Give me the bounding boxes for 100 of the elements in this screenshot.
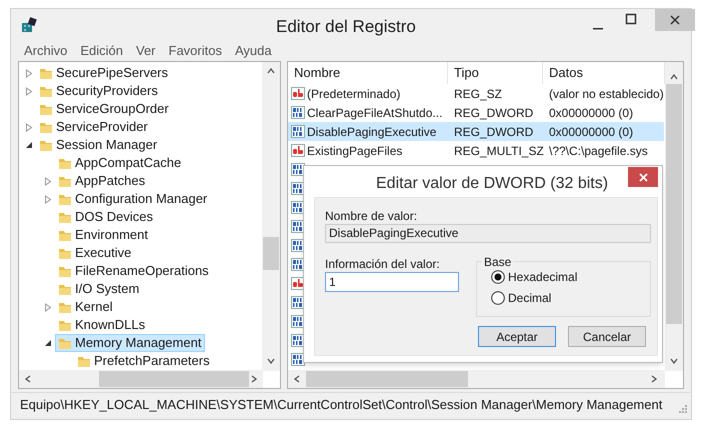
folder-icon xyxy=(58,246,72,260)
collapsed-arrow-icon[interactable] xyxy=(24,86,32,96)
expanded-arrow-icon[interactable] xyxy=(24,141,32,149)
string-value-icon xyxy=(291,86,305,101)
radio-button[interactable] xyxy=(491,290,505,304)
folder-icon xyxy=(39,138,53,152)
tree-item[interactable]: AppCompatCache xyxy=(55,154,186,172)
table-cell: REG_MULTI_SZ xyxy=(454,144,544,158)
table-cell: REG_DWORD xyxy=(454,124,534,138)
folder-icon xyxy=(58,318,72,332)
tree-item[interactable]: Executive xyxy=(55,244,136,262)
resize-grip-icon[interactable] xyxy=(679,405,687,413)
scroll-up-icon[interactable] xyxy=(267,68,275,74)
folder-icon xyxy=(77,354,91,368)
scroll-up-icon[interactable] xyxy=(670,74,678,80)
tree-item[interactable]: KnownDLLs xyxy=(55,316,150,334)
menu-item[interactable]: Ver xyxy=(136,41,156,61)
scroll-thumb[interactable] xyxy=(666,84,682,324)
radio-label[interactable]: Decimal xyxy=(508,288,552,306)
dialog-title: Editar valor de DWORD (32 bits) xyxy=(376,174,608,194)
collapsed-arrow-icon[interactable] xyxy=(44,176,52,186)
column-header[interactable]: Tipo xyxy=(448,62,543,84)
value-row[interactable]: DisablePagingExecutive REG_DWORD 0x00000000 (0) xyxy=(288,122,664,141)
field-label: Información del valor: xyxy=(325,256,440,273)
scroll-right-icon[interactable] xyxy=(651,375,657,383)
close-button[interactable] xyxy=(655,9,695,31)
folder-icon xyxy=(39,120,53,134)
folder-icon xyxy=(39,102,53,116)
vertical-scrollbar[interactable] xyxy=(262,62,280,371)
horizontal-scrollbar[interactable] xyxy=(19,370,263,388)
folder-icon xyxy=(39,66,53,80)
value-row[interactable]: ClearPageFileAtShutdo... REG_DWORD 0x00000000 (0) xyxy=(288,103,664,122)
collapsed-arrow-icon[interactable] xyxy=(44,302,52,312)
tree-item[interactable]: SecurePipeServers xyxy=(36,64,172,82)
scroll-down-icon[interactable] xyxy=(267,358,275,364)
folder-icon xyxy=(58,156,72,170)
folder-icon xyxy=(58,300,72,314)
tree-item[interactable]: Session Manager xyxy=(36,136,162,154)
tree-item[interactable]: Environment xyxy=(55,226,152,244)
tree-item[interactable]: AppPatches xyxy=(55,172,150,190)
scroll-thumb[interactable] xyxy=(99,371,249,387)
tree-item[interactable]: Kernel xyxy=(55,298,117,316)
folder-icon xyxy=(58,336,72,350)
close-icon xyxy=(670,15,680,25)
table-cell: 0x00000000 (0) xyxy=(549,124,634,138)
menu-item[interactable]: Ayuda xyxy=(234,41,272,61)
table-cell-text: ExistingPageFiles xyxy=(307,142,402,160)
table-cell: \??\C:\pagefile.sys xyxy=(549,144,648,158)
table-cell: REG_DWORD xyxy=(454,106,534,120)
field-label: Nombre de valor: xyxy=(325,208,418,225)
folder-icon xyxy=(58,192,72,206)
scroll-thumb[interactable] xyxy=(263,237,279,270)
table-cell: 0x00000000 (0) xyxy=(549,106,634,120)
tree-item[interactable]: Memory Management xyxy=(55,334,206,352)
table-cell-text: ClearPageFileAtShutdo... xyxy=(307,104,442,122)
tree-item[interactable]: ServiceGroupOrder xyxy=(36,100,173,118)
value-name-field: DisablePagingExecutive xyxy=(325,224,651,243)
menu-item[interactable]: Favoritos xyxy=(168,41,222,61)
tree-item[interactable]: PrefetchParameters xyxy=(74,352,214,370)
dialog-button[interactable]: Aceptar xyxy=(478,326,556,347)
expanded-arrow-icon[interactable] xyxy=(44,339,52,347)
table-cell-text: DisablePagingExecutive xyxy=(307,124,436,140)
scroll-left-icon[interactable] xyxy=(25,375,31,383)
menu-item[interactable]: Edición xyxy=(80,41,123,61)
tree-item[interactable]: FileRenameOperations xyxy=(55,262,213,280)
column-header[interactable]: Nombre xyxy=(288,62,448,84)
scroll-down-icon[interactable] xyxy=(670,358,678,364)
close-button[interactable] xyxy=(628,167,658,187)
string-value-icon xyxy=(291,143,305,158)
registry-path: Equipo\HKEY_LOCAL_MACHINE\SYSTEM\CurrentControlSet\Control\Session Manager\Memory Management xyxy=(20,396,662,414)
scroll-thumb[interactable] xyxy=(306,371,468,387)
tree-item[interactable]: I/O System xyxy=(55,280,144,298)
tree-item[interactable]: Configuration Manager xyxy=(55,190,212,208)
value-row[interactable]: ExistingPageFiles REG_MULTI_SZ \??\C:\pagefile.sys xyxy=(288,141,664,160)
maximize-icon[interactable] xyxy=(625,13,637,25)
registry-app-icon xyxy=(21,17,37,33)
menu-item[interactable]: Archivo xyxy=(24,41,68,61)
collapsed-arrow-icon[interactable] xyxy=(24,122,32,132)
collapsed-arrow-icon[interactable] xyxy=(24,68,32,78)
vertical-scrollbar[interactable] xyxy=(665,62,683,371)
horizontal-scrollbar[interactable] xyxy=(288,370,665,388)
folder-icon xyxy=(58,174,72,188)
folder-icon xyxy=(39,84,53,98)
scroll-right-icon[interactable] xyxy=(251,375,257,383)
scroll-left-icon[interactable] xyxy=(294,375,300,383)
value-row[interactable]: (Predeterminado) REG_SZ (valor no establecido) xyxy=(288,84,664,103)
binary-value-icon xyxy=(291,105,305,120)
tree-item[interactable]: DOS Devices xyxy=(55,208,158,226)
table-cell: REG_SZ xyxy=(454,86,502,100)
window-title: Editor del Registro xyxy=(276,16,416,38)
tree-item[interactable]: SecurityProviders xyxy=(36,82,162,100)
collapsed-arrow-icon[interactable] xyxy=(44,194,52,204)
value-data-field[interactable]: 1 xyxy=(325,272,459,292)
folder-icon xyxy=(58,264,72,278)
radio-button[interactable] xyxy=(491,270,505,284)
dialog-button[interactable]: Cancelar xyxy=(568,326,646,347)
tree-item[interactable]: ServiceProvider xyxy=(36,118,152,136)
folder-icon xyxy=(58,210,72,224)
binary-value-icon xyxy=(291,124,305,139)
folder-icon xyxy=(58,228,72,242)
